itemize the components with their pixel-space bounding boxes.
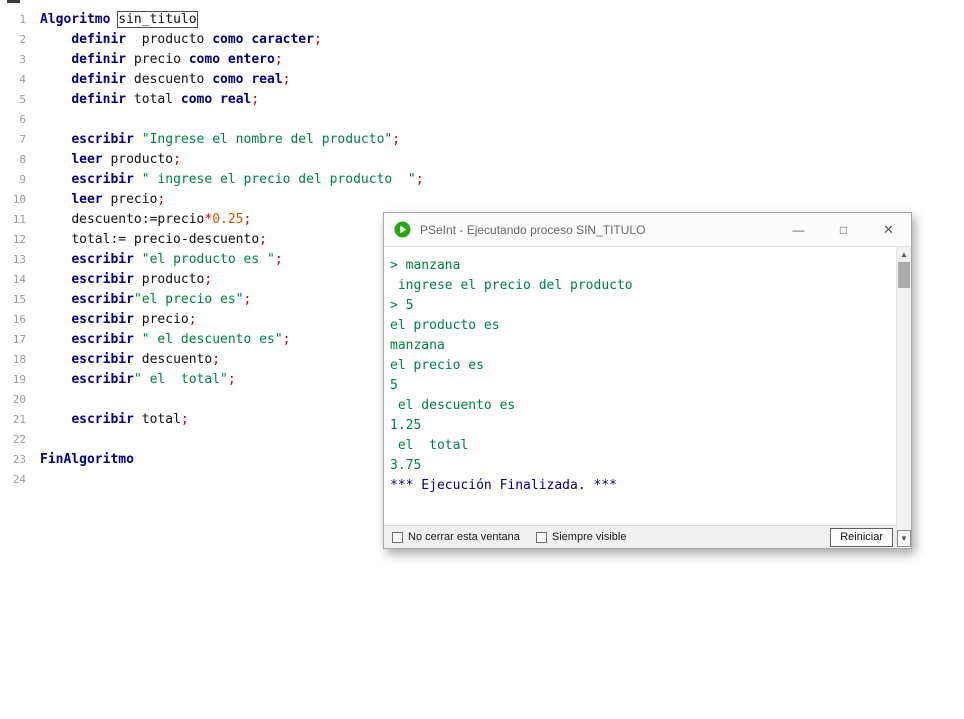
line-number: 12: [0, 230, 26, 250]
line-number: 1: [0, 10, 26, 30]
console-line: el precio es: [390, 356, 890, 376]
console-line: 1.25: [390, 416, 890, 436]
scrollbar-thumb[interactable]: [898, 262, 910, 288]
execution-window-footer: No cerrar esta ventana Siempre visible R…: [384, 525, 896, 548]
line-number: 21: [0, 410, 26, 430]
no-close-checkbox-label: No cerrar esta ventana: [408, 531, 520, 543]
window-controls: — □ ✕: [776, 213, 911, 246]
console-line: manzana: [390, 336, 890, 356]
console-line: el total: [390, 436, 890, 456]
line-number: 3: [0, 50, 26, 70]
code-text: total:= precio-descuento;: [40, 232, 267, 247]
top-left-mark: [7, 0, 20, 3]
code-line[interactable]: 6: [0, 110, 600, 130]
line-number: 17: [0, 330, 26, 350]
line-number: 5: [0, 90, 26, 110]
code-text: escribir " el descuento es";: [40, 332, 290, 347]
line-number: 22: [0, 430, 26, 450]
code-text: Algoritmo sin_titulo: [40, 12, 197, 27]
code-text: escribir "Ingrese el nombre del producto…: [40, 132, 400, 147]
execution-window[interactable]: PSeInt - Ejecutando proceso SIN_TITULO —…: [383, 212, 912, 549]
code-line[interactable]: 8 leer producto;: [0, 150, 600, 170]
run-play-icon: [394, 221, 411, 238]
no-close-checkbox[interactable]: [392, 532, 403, 543]
line-number: 10: [0, 190, 26, 210]
always-visible-checkbox-label: Siempre visible: [552, 531, 627, 543]
code-line[interactable]: 3 definir precio como entero;: [0, 50, 600, 70]
restart-button[interactable]: Reiniciar: [830, 528, 893, 547]
console-scrollbar[interactable]: ▲ ▼: [896, 247, 911, 548]
console-line: > 5: [390, 296, 890, 316]
code-text: escribir total;: [40, 412, 189, 427]
line-number: 16: [0, 310, 26, 330]
close-button[interactable]: ✕: [866, 213, 911, 246]
code-line[interactable]: 2 definir producto como caracter;: [0, 30, 600, 50]
line-number: 23: [0, 450, 26, 470]
code-text: descuento:=precio*0.25;: [40, 212, 251, 227]
code-text: escribir precio;: [40, 312, 197, 327]
console-output[interactable]: > manzana ingrese el precio del producto…: [384, 247, 896, 525]
code-text: escribir" el total";: [40, 372, 236, 387]
line-number: 14: [0, 270, 26, 290]
code-line[interactable]: 10 leer precio;: [0, 190, 600, 210]
console-line: el descuento es: [390, 396, 890, 416]
line-number: 19: [0, 370, 26, 390]
line-number: 13: [0, 250, 26, 270]
line-number: 9: [0, 170, 26, 190]
console-line: el producto es: [390, 316, 890, 336]
code-text: escribir "el producto es ";: [40, 252, 283, 267]
console-line: 5: [390, 376, 890, 396]
code-line[interactable]: 4 definir descuento como real;: [0, 70, 600, 90]
code-text: leer precio;: [40, 192, 165, 207]
line-number: 7: [0, 130, 26, 150]
console-line: ingrese el precio del producto: [390, 276, 890, 296]
code-line[interactable]: 9 escribir " ingrese el precio del produ…: [0, 170, 600, 190]
line-number: 2: [0, 30, 26, 50]
code-text: definir total como real;: [40, 92, 259, 107]
code-text: FinAlgoritmo: [40, 452, 134, 467]
code-text: escribir descuento;: [40, 352, 220, 367]
always-visible-checkbox[interactable]: [536, 532, 547, 543]
line-number: 24: [0, 470, 26, 490]
scroll-up-icon[interactable]: ▲: [897, 247, 911, 262]
line-number: 18: [0, 350, 26, 370]
scroll-down-icon[interactable]: ▼: [897, 530, 911, 547]
execution-window-titlebar[interactable]: PSeInt - Ejecutando proceso SIN_TITULO —…: [384, 213, 911, 247]
code-text: definir descuento como real;: [40, 72, 290, 87]
line-number: 4: [0, 70, 26, 90]
code-text: definir producto como caracter;: [40, 32, 322, 47]
code-text: escribir " ingrese el precio del product…: [40, 172, 424, 187]
code-text: definir precio como entero;: [40, 52, 283, 67]
line-number: 15: [0, 290, 26, 310]
line-number: 11: [0, 210, 26, 230]
code-line[interactable]: 1 Algoritmo sin_titulo: [0, 10, 600, 30]
console-line: 3.75: [390, 456, 890, 476]
console-line: *** Ejecución Finalizada. ***: [390, 476, 890, 496]
code-text: leer producto;: [40, 152, 181, 167]
line-number: 20: [0, 390, 26, 410]
code-line[interactable]: 5 definir total como real;: [0, 90, 600, 110]
line-number: 8: [0, 150, 26, 170]
line-number: 6: [0, 110, 26, 130]
console-line: > manzana: [390, 256, 890, 276]
code-text: escribir"el precio es";: [40, 292, 251, 307]
code-line[interactable]: 7 escribir "Ingrese el nombre del produc…: [0, 130, 600, 150]
execution-window-title: PSeInt - Ejecutando proceso SIN_TITULO: [420, 223, 645, 237]
code-text: escribir producto;: [40, 272, 212, 287]
minimize-button[interactable]: —: [776, 213, 821, 246]
maximize-button[interactable]: □: [821, 213, 866, 246]
